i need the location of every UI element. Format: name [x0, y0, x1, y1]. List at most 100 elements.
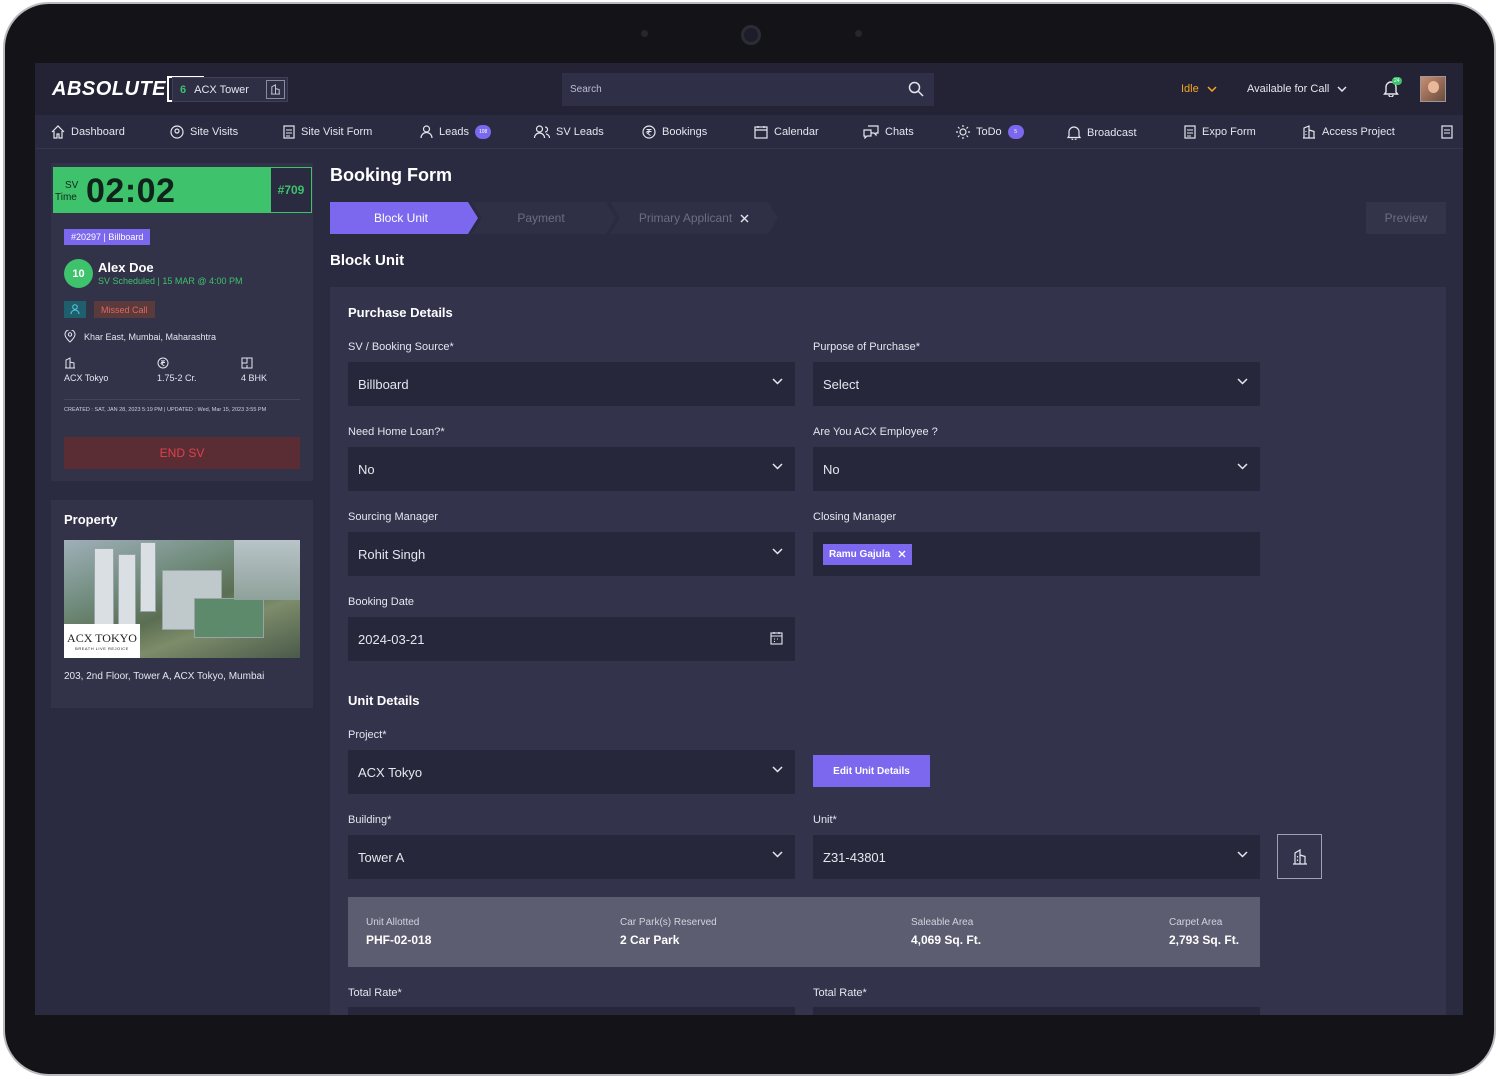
lead-name[interactable]: Alex Doe [98, 260, 154, 275]
total-rate-input-2[interactable] [813, 1007, 1260, 1015]
calendar-icon [754, 126, 768, 139]
stat-configuration: 4 BHK [241, 357, 267, 383]
edit-unit-details-button[interactable]: Edit Unit Details [813, 755, 930, 787]
sensor-dot [641, 30, 648, 37]
camera [741, 25, 761, 45]
source-select[interactable]: Billboard [348, 362, 795, 406]
employee-select[interactable]: No [813, 447, 1260, 491]
carpet-area: Carpet Area 2,793 Sq. Ft. [1169, 917, 1240, 947]
building-icon [65, 357, 75, 369]
document-icon [283, 125, 295, 139]
person-icon [420, 125, 433, 139]
close-icon[interactable] [898, 550, 906, 558]
unit-details-title: Unit Details [348, 693, 420, 708]
total-rate-label: Total Rate* [348, 987, 402, 999]
purpose-select[interactable]: Select [813, 362, 1260, 406]
nav-sv-leads[interactable]: SV Leads [534, 125, 604, 139]
closing-manager-label: Closing Manager [813, 511, 897, 523]
notifications-button[interactable]: 24 [1383, 77, 1402, 102]
nav-todo[interactable]: ToDo 5 [956, 125, 1024, 139]
step-block-unit[interactable]: Block Unit [330, 202, 472, 234]
nav-dashboard[interactable]: Dashboard [51, 125, 125, 139]
chevron-down-icon [772, 463, 783, 470]
building-icon [1292, 848, 1307, 865]
unit-summary: Unit Allotted PHF-02-018 Car Park(s) Rese… [348, 897, 1260, 967]
project-selector[interactable]: 6 ACX Tower [172, 77, 288, 102]
home-icon [51, 125, 65, 139]
nav-calendar[interactable]: Calendar [754, 125, 819, 139]
home-loan-select[interactable]: No [348, 447, 795, 491]
status-dropdown[interactable]: Idle [1181, 83, 1217, 95]
assign-person-button[interactable] [64, 301, 86, 318]
nav-bookings[interactable]: Bookings [642, 125, 707, 139]
sv-id: #709 [270, 168, 311, 212]
leads-count-badge: 108 [474, 125, 492, 139]
search-icon[interactable] [908, 81, 924, 102]
floorplan-icon [241, 357, 253, 369]
building-select[interactable]: Tower A [348, 835, 795, 879]
chat-icon [863, 125, 879, 139]
nav-access-project[interactable]: Access Project [1302, 125, 1395, 139]
stat-budget: 1.75-2 Cr. [157, 357, 197, 383]
availability-label: Available for Call [1247, 83, 1330, 95]
sv-time-label: SV Time [55, 180, 79, 203]
property-title: Property [64, 512, 118, 527]
building-view-button[interactable] [1277, 834, 1322, 879]
chevron-down-icon [1337, 86, 1347, 92]
bell-icon [1067, 126, 1081, 140]
sensor-dot [855, 30, 862, 37]
status-label: Idle [1181, 83, 1199, 95]
missed-call-badge: Missed Call [94, 301, 155, 318]
closing-manager-input[interactable]: Ramu Gajula [813, 532, 1260, 576]
app-screen: ABSOLUTECX 6 ACX Tower Idle Available fo… [35, 63, 1463, 1015]
nav-chats[interactable]: Chats [863, 125, 914, 139]
total-rate-input[interactable] [348, 1007, 795, 1015]
nav-site-visit-form[interactable]: Site Visit Form [283, 125, 372, 139]
nav-site-visits[interactable]: Site Visits [170, 125, 238, 139]
nav-leads[interactable]: Leads 108 [420, 125, 492, 139]
sv-schedule: SV Scheduled | 15 MAR @ 4:00 PM [98, 276, 243, 286]
saleable-area: Saleable Area 4,069 Sq. Ft. [911, 917, 982, 947]
nav-expo-form[interactable]: Expo Form [1184, 125, 1256, 139]
project-label: Project* [348, 729, 387, 741]
page-title: Booking Form [330, 165, 452, 185]
lead-location: Khar East, Mumbai, Maharashtra [64, 330, 216, 343]
divider [64, 399, 300, 400]
person-icon [70, 304, 80, 315]
search-input[interactable] [562, 73, 934, 106]
booking-date-input[interactable]: 2024-03-21 [348, 617, 795, 661]
step-payment[interactable]: Payment [472, 202, 610, 234]
document-icon [1441, 125, 1453, 139]
chevron-down-icon [1207, 86, 1217, 92]
unit-select[interactable]: Z31-43801 [813, 835, 1260, 879]
bulb-icon [956, 125, 970, 139]
property-brand-logo: ACX TOKYO BREATH LIVE REJOICE [64, 624, 140, 658]
chevron-down-icon [1237, 463, 1248, 470]
home-loan-label: Need Home Loan?* [348, 426, 445, 438]
end-sv-button[interactable]: END SV [64, 437, 300, 469]
section-title: Block Unit [330, 252, 405, 269]
property-card: Property ACX TOKYO BREATH LIVE REJOICE 2… [51, 500, 313, 708]
project-select[interactable]: ACX Tokyo [348, 750, 795, 794]
location-icon [170, 125, 184, 139]
step-primary-applicant[interactable]: Primary Applicant [610, 202, 778, 234]
nav-broadcast[interactable]: Broadcast [1067, 125, 1137, 140]
property-image[interactable]: ACX TOKYO BREATH LIVE REJOICE [64, 540, 300, 658]
site-visit-card: SV Time 02:02 #709 #20297 | Billboard 10 … [51, 163, 313, 481]
rupee-icon [157, 357, 169, 369]
availability-dropdown[interactable]: Available for Call [1247, 83, 1347, 95]
people-icon [534, 125, 550, 139]
chevron-down-icon [772, 766, 783, 773]
sourcing-manager-select[interactable]: Rohit Singh [348, 532, 795, 576]
user-avatar[interactable] [1420, 76, 1446, 102]
property-address: 203, 2nd Floor, Tower A, ACX Tokyo, Mumb… [64, 671, 265, 682]
purchase-details-title: Purchase Details [348, 305, 453, 320]
employee-label: Are You ACX Employee ? [813, 426, 938, 438]
preview-button[interactable]: Preview [1366, 202, 1446, 234]
close-icon[interactable] [740, 214, 749, 223]
nav-more[interactable] [1441, 125, 1453, 139]
project-count: 6 [180, 83, 187, 96]
calendar-icon[interactable] [770, 631, 783, 645]
car-park-reserved: Car Park(s) Reserved 2 Car Park [620, 917, 717, 947]
unit-label: Unit* [813, 814, 837, 826]
